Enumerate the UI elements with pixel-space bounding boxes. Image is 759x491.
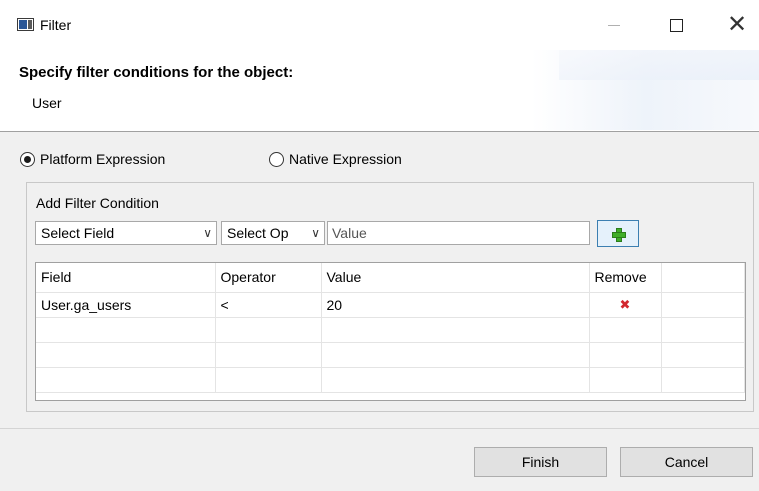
value-input[interactable] (327, 221, 590, 245)
table-row-empty (36, 317, 745, 343)
page-title: Specify filter conditions for the object… (19, 64, 294, 81)
cell-field: User.ga_users (36, 292, 216, 318)
cell-remove[interactable]: ✖ (589, 292, 662, 318)
column-header-operator[interactable]: Operator (215, 263, 322, 293)
plus-icon (612, 227, 626, 242)
platform-expression-option[interactable]: Platform Expression (20, 151, 165, 167)
header-band (0, 50, 759, 130)
add-condition-button[interactable] (597, 220, 639, 247)
table-row[interactable]: User.ga_users < 20 ✖ (36, 292, 745, 318)
title-bar: Filter ✕ (0, 0, 759, 50)
native-expression-radio[interactable] (269, 151, 284, 167)
conditions-table[interactable]: Field Operator Value Remove User.ga_user… (35, 262, 746, 401)
select-field-value: Select Field (41, 225, 115, 241)
remove-x-icon[interactable]: ✖ (620, 297, 631, 312)
close-button[interactable]: ✕ (717, 8, 757, 42)
cancel-button[interactable]: Cancel (620, 447, 753, 477)
select-operator-dropdown[interactable]: Select Op ∨ (221, 221, 325, 245)
native-expression-label: Native Expression (289, 151, 402, 167)
table-row-empty (36, 367, 745, 393)
cell-empty (661, 292, 745, 318)
maximize-icon (669, 18, 683, 32)
column-header-field[interactable]: Field (36, 263, 216, 293)
minimize-button[interactable] (594, 8, 634, 42)
maximize-button[interactable] (656, 8, 696, 42)
object-name: User (32, 95, 62, 111)
native-expression-option[interactable]: Native Expression (269, 151, 402, 167)
app-window-icon (17, 18, 34, 31)
chevron-down-icon: ∨ (311, 226, 320, 240)
column-header-remove[interactable]: Remove (589, 263, 662, 293)
select-field-dropdown[interactable]: Select Field ∨ (35, 221, 217, 245)
table-row-empty (36, 342, 745, 368)
table-header-row: Field Operator Value Remove (36, 263, 745, 293)
platform-expression-label: Platform Expression (40, 151, 166, 167)
column-header-empty (661, 263, 745, 293)
cell-value: 20 (321, 292, 590, 318)
cell-operator: < (215, 292, 322, 318)
column-header-value[interactable]: Value (321, 263, 590, 293)
finish-button[interactable]: Finish (474, 447, 607, 477)
close-icon: ✕ (726, 11, 748, 38)
platform-expression-radio[interactable] (20, 151, 35, 167)
add-filter-condition-title: Add Filter Condition (36, 195, 159, 211)
select-operator-value: Select Op (227, 225, 289, 241)
minimize-icon (608, 24, 620, 26)
chevron-down-icon: ∨ (203, 226, 212, 240)
window-title: Filter (40, 17, 72, 33)
